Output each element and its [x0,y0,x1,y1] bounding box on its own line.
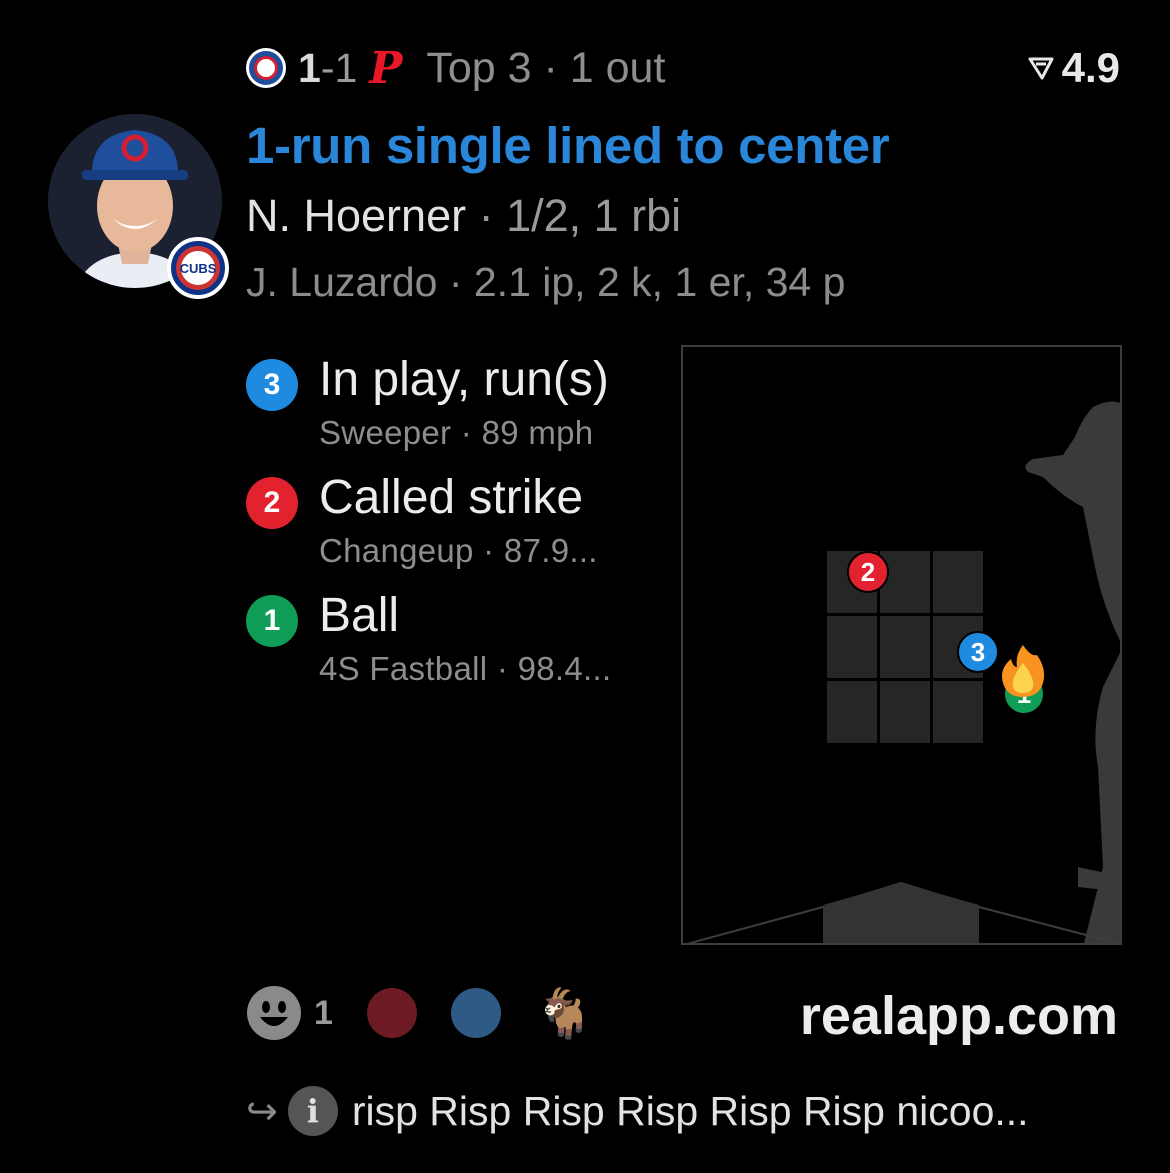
smiley-icon[interactable] [246,985,302,1041]
reply-arrow-icon: ↪ [246,1090,278,1133]
rating-icon [1028,57,1054,80]
inning-status: Top 3 · 1 out [426,43,666,92]
away-score: 1 [298,44,321,91]
pitch-detail: Changeup · 87.9... [319,532,598,569]
play-title[interactable]: 1-run single lined to center [246,116,890,175]
zone-cell [827,616,877,678]
pitch-marker[interactable]: 2 [847,551,889,593]
team-badge: CUBS [167,237,229,299]
pitch-list: 3 In play, run(s) Sweeper · 89 mph 2 Cal… [246,352,666,706]
pitch-item[interactable]: 1 Ball 4S Fastball · 98.4... [246,588,666,706]
zone-cell [880,681,930,743]
pitch-number-badge: 1 [246,595,298,647]
pitch-marker[interactable]: 3 [957,631,999,673]
zone-cell [880,616,930,678]
info-icon[interactable]: i [287,1086,338,1136]
reactions-row: 1 🐐 [246,985,595,1041]
pitch-detail: Sweeper · 89 mph [319,414,594,451]
pitch-item[interactable]: 2 Called strike Changeup · 87.9... [246,470,666,588]
reaction-dot-maroon[interactable] [366,988,417,1038]
pitch-number-badge: 3 [246,359,298,411]
brand-link[interactable]: realapp.com [800,985,1118,1047]
pitcher-line: J. Luzardo · 2.1 ip, 2 k, 1 er, 34 p [246,259,846,305]
pitch-result: Ball [319,589,400,642]
batter-line: N. Hoerner · 1/2, 1 rbi [246,190,681,242]
pitch-item[interactable]: 3 In play, run(s) Sweeper · 89 mph [246,352,666,470]
rating-value: 4.9 [1061,44,1120,91]
game-header: 1-1 P Top 3 · 1 out 4.9 [246,40,1120,96]
reaction-count: 1 [314,993,333,1032]
pitch-result: Called strike [319,471,584,524]
batter-name[interactable]: N. Hoerner [246,190,466,241]
pitch-detail: 4S Fastball · 98.4... [319,650,612,687]
goat-icon[interactable]: 🐐 [535,985,595,1042]
cubs-logo-icon [246,48,286,88]
zone-cell [880,551,930,613]
pitch-result: In play, run(s) [319,353,609,406]
score: 1-1 [298,45,357,92]
reaction-dot-blue[interactable] [450,988,501,1038]
batter-stats: · 1/2, 1 rbi [466,190,682,241]
cubs-badge-icon: CUBS [176,246,220,290]
pitch-number-badge: 2 [246,477,298,529]
fire-icon [1002,645,1045,697]
comment-row[interactable]: ↪ i risp Risp Risp Risp Risp Risp nicoo.… [246,1086,1029,1136]
comment-text: risp Risp Risp Risp Risp Risp nicoo... [351,1087,1029,1134]
home-score: -1 [320,44,358,91]
zone-cell [933,551,983,613]
zone-cell [933,681,983,743]
strike-zone-panel[interactable]: 2 1 3 [681,345,1122,945]
phillies-logo-icon: P [369,42,403,94]
zone-cell [827,681,877,743]
rating[interactable]: 4.9 [1028,44,1120,92]
